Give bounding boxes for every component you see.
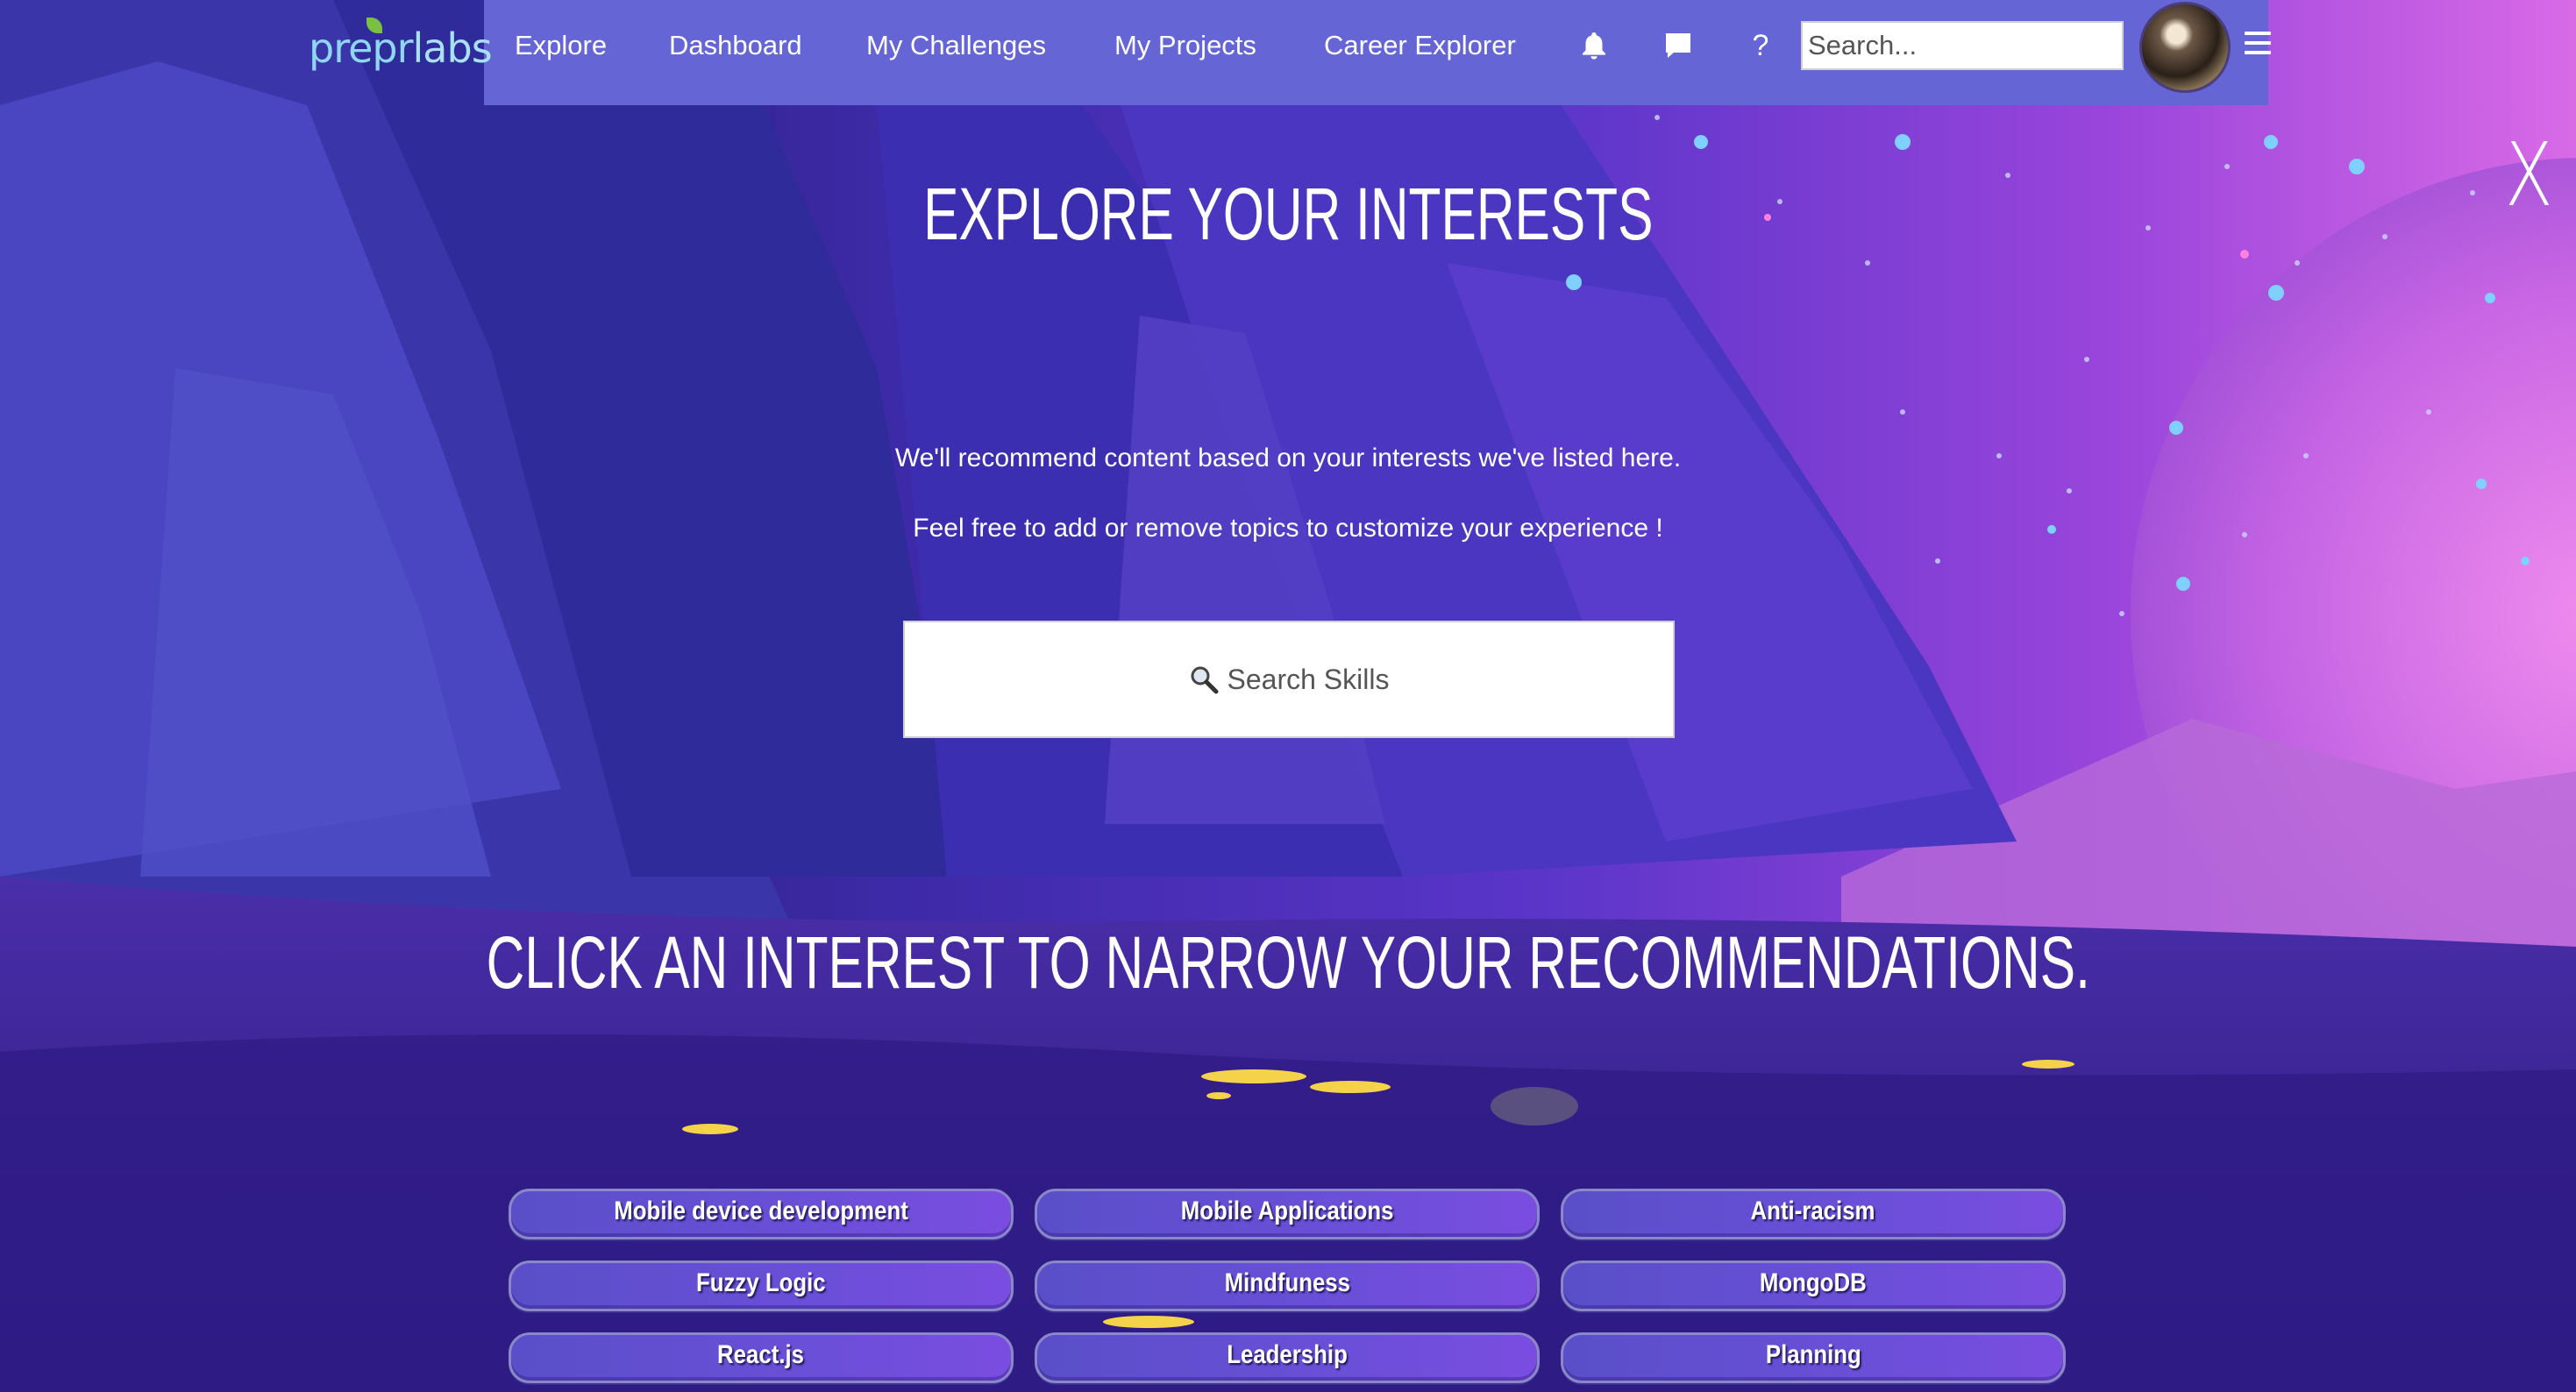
- interest-label: Mobile Applications: [1180, 1197, 1394, 1225]
- chat-icon[interactable]: [1661, 28, 1696, 63]
- interest-pill[interactable]: Mobile Applications: [1035, 1189, 1540, 1239]
- interest-pill[interactable]: React.js: [509, 1332, 1014, 1383]
- search-skills-input[interactable]: Search Skills: [903, 621, 1675, 738]
- interest-label: Leadership: [1227, 1340, 1348, 1369]
- avatar[interactable]: [2139, 2, 2231, 93]
- top-navbar: Explore Dashboard My Challenges My Proje…: [484, 0, 2271, 105]
- help-icon[interactable]: ?: [1743, 28, 1778, 63]
- nav-my-projects[interactable]: My Projects: [1114, 30, 1256, 61]
- interest-label: Mobile device development: [614, 1197, 908, 1225]
- logo-mid: r: [396, 25, 414, 72]
- preprlabs-logo[interactable]: prep r labs: [309, 18, 493, 79]
- nav-explore[interactable]: Explore: [515, 30, 607, 61]
- intro-line-1: We'll recommend content based on your in…: [894, 444, 1682, 472]
- interest-label: MongoDB: [1760, 1268, 1867, 1297]
- interest-pill[interactable]: Mobile device development: [509, 1189, 1014, 1239]
- intro-line-2: Feel free to add or remove topics to cus…: [913, 514, 1663, 543]
- search-icon: [1191, 666, 1219, 694]
- menu-icon[interactable]: [2245, 32, 2271, 56]
- interest-label: Anti-racism: [1751, 1197, 1875, 1225]
- interest-label: Mindfuness: [1224, 1268, 1350, 1297]
- interest-pill[interactable]: Anti-racism: [1561, 1189, 2066, 1239]
- interest-label: React.js: [717, 1340, 805, 1369]
- interest-label: Planning: [1765, 1340, 1861, 1369]
- interests-heading: CLICK AN INTEREST TO NARROW YOUR RECOMME…: [486, 921, 2090, 1004]
- nav-career-explorer[interactable]: Career Explorer: [1324, 30, 1516, 61]
- nav-search-input[interactable]: [1801, 21, 2124, 70]
- logo-prefix: prep: [309, 25, 398, 72]
- nav-dashboard[interactable]: Dashboard: [669, 30, 802, 61]
- logo-suffix: labs: [412, 25, 493, 72]
- interest-pill[interactable]: Leadership: [1035, 1332, 1540, 1383]
- nav-my-challenges[interactable]: My Challenges: [866, 30, 1046, 61]
- bell-icon[interactable]: [1576, 28, 1612, 63]
- interest-pill[interactable]: MongoDB: [1561, 1261, 2066, 1311]
- close-button[interactable]: X: [2505, 131, 2553, 219]
- search-skills-label: Search Skills: [1227, 663, 1390, 695]
- interest-label: Fuzzy Logic: [696, 1268, 826, 1297]
- interest-pill[interactable]: Fuzzy Logic: [509, 1261, 1014, 1311]
- page-title: EXPLORE YOUR INTERESTS: [923, 173, 1654, 255]
- interest-pill[interactable]: Mindfuness: [1035, 1261, 1540, 1311]
- interest-pill[interactable]: Planning: [1561, 1332, 2066, 1383]
